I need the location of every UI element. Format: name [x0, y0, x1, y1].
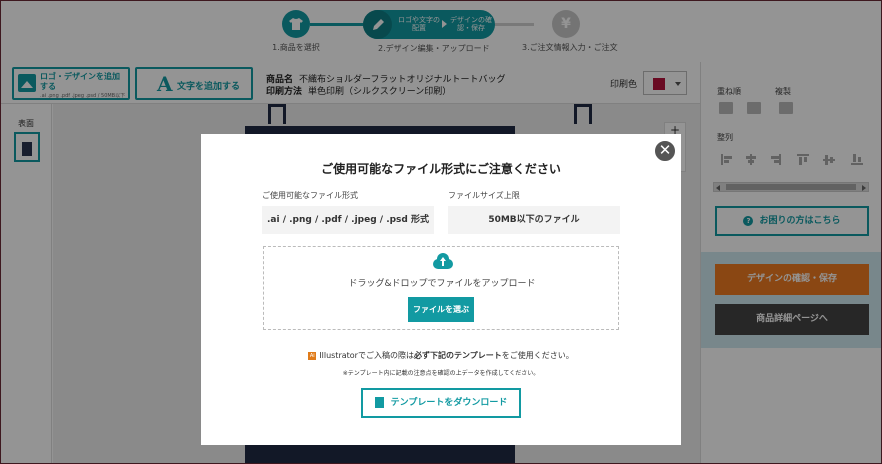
- file-format-modal: ご使用可能なファイル形式にご注意ください ご使用可能なファイル形式 ファイルサイ…: [201, 134, 681, 445]
- size-value: 50MB以下のファイル: [448, 206, 620, 234]
- download-template-label: テンプレートをダウンロード: [390, 398, 508, 408]
- cloud-upload-icon: [431, 253, 453, 269]
- modal-title: ご使用可能なファイル形式にご注意ください: [321, 162, 561, 176]
- dropzone-text: ドラッグ&ドロップでファイルをアップロード: [348, 279, 536, 289]
- template-note-pre: Illustratorでご入稿の際は: [319, 351, 414, 360]
- format-label: ご使用可能なファイル形式: [262, 191, 358, 200]
- illustrator-icon: Ai: [308, 351, 317, 360]
- template-note-post: をご使用ください。: [501, 351, 574, 360]
- download-icon: [374, 397, 384, 408]
- file-dropzone[interactable]: ドラッグ&ドロップでファイルをアップロード ファイルを選ぶ: [263, 246, 619, 330]
- template-note-small: ※テンプレート内に記載の注意点を確認の上データを作成してください。: [342, 370, 540, 377]
- select-file-button[interactable]: ファイルを選ぶ: [408, 297, 474, 322]
- template-note: Ai Illustratorでご入稿の際は必ず下記のテンプレートをご使用ください。: [201, 350, 681, 361]
- download-template-button[interactable]: テンプレートをダウンロード: [361, 388, 521, 418]
- close-icon[interactable]: ✕: [653, 139, 677, 163]
- size-label: ファイルサイズ上限: [448, 191, 520, 200]
- template-note-bold: 必ず下記のテンプレート: [413, 351, 502, 360]
- format-value: .ai / .png / .pdf / .jpeg / .psd 形式: [262, 206, 434, 234]
